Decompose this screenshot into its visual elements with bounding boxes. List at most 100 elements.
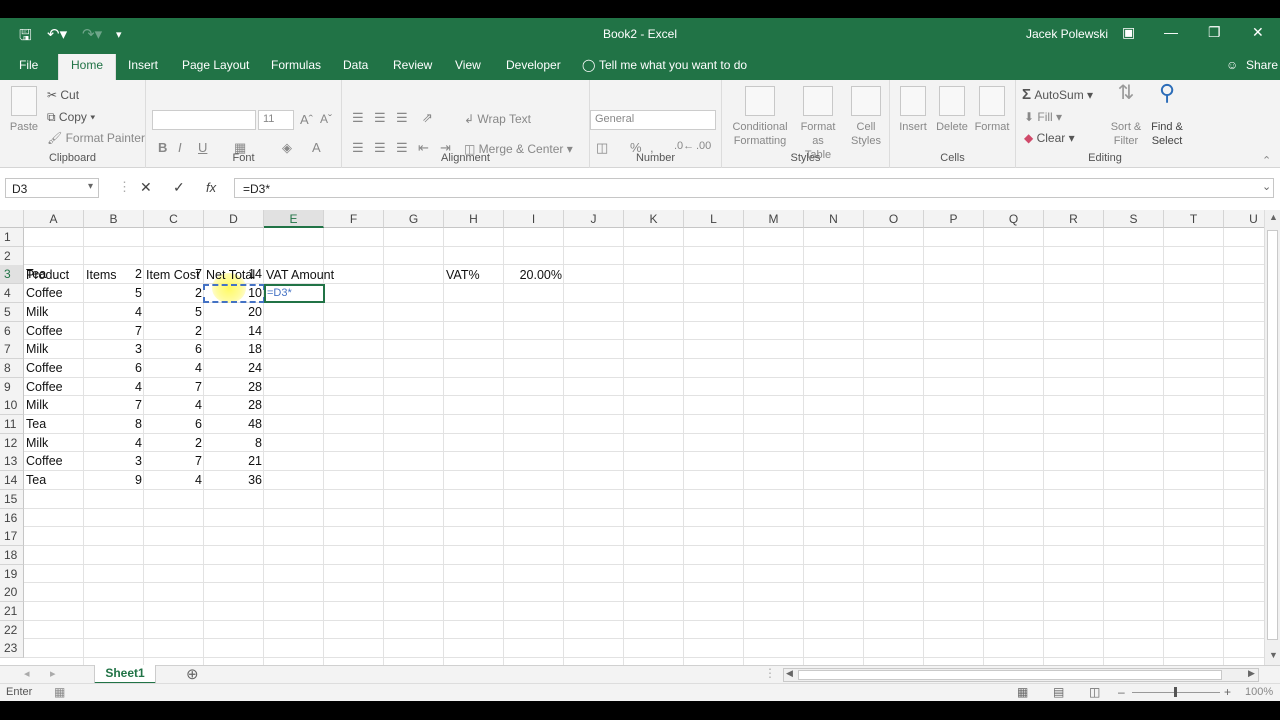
cell-b12[interactable]: 4 <box>84 434 144 452</box>
row-header-9[interactable]: 9 <box>0 377 24 397</box>
column-header-i[interactable]: I <box>504 210 564 228</box>
decrease-decimal-icon[interactable]: .00 <box>696 140 711 152</box>
insert-function-icon[interactable]: fx <box>206 180 216 195</box>
column-header-d[interactable]: D <box>204 210 264 228</box>
delete-cells-button[interactable]: Delete <box>932 86 972 134</box>
cell-c7[interactable]: 6 <box>144 340 204 358</box>
cell-b14[interactable]: 9 <box>84 471 144 489</box>
row-header-8[interactable]: 8 <box>0 358 24 378</box>
cell-d7[interactable]: 18 <box>204 340 264 358</box>
cell-e2[interactable]: VAT Amount <box>264 266 336 284</box>
cell-a3[interactable]: Tea <box>24 265 48 283</box>
wrap-text-button[interactable]: ↲ Wrap Text <box>464 112 531 126</box>
zoom-level[interactable]: 100% <box>1245 686 1273 698</box>
cell-c14[interactable]: 4 <box>144 471 204 489</box>
cell-b10[interactable]: 7 <box>84 396 144 414</box>
cell-a4[interactable]: Coffee <box>24 284 65 302</box>
row-header-17[interactable]: 17 <box>0 527 24 547</box>
column-header-t[interactable]: T <box>1164 210 1224 228</box>
row-header-21[interactable]: 21 <box>0 602 24 621</box>
column-header-g[interactable]: G <box>384 210 444 228</box>
cell-styles-button[interactable]: Cell Styles <box>846 86 886 148</box>
row-header-5[interactable]: 5 <box>0 302 24 322</box>
increase-decimal-icon[interactable]: .0← <box>674 140 694 152</box>
cell-d11[interactable]: 48 <box>204 415 264 433</box>
collapse-ribbon-icon[interactable]: ⌃ <box>1262 154 1271 167</box>
cell-a11[interactable]: Tea <box>24 415 48 433</box>
cell-d12[interactable]: 8 <box>204 434 264 452</box>
macro-record-icon[interactable]: ▦ <box>54 685 65 699</box>
grow-font-icon[interactable]: Aˆ <box>300 112 313 127</box>
confirm-entry-icon[interactable]: ✓ <box>173 179 185 196</box>
cell-c11[interactable]: 6 <box>144 415 204 433</box>
tab-data[interactable]: Data <box>343 58 368 72</box>
row-header-19[interactable]: 19 <box>0 564 24 584</box>
row-header-2[interactable]: 2 <box>0 246 24 266</box>
font-name-select[interactable] <box>152 110 256 130</box>
cell-c13[interactable]: 7 <box>144 452 204 470</box>
cell-a5[interactable]: Milk <box>24 303 50 321</box>
format-cells-button[interactable]: Format <box>972 86 1012 134</box>
cell-c4[interactable]: 2 <box>144 284 204 302</box>
column-header-q[interactable]: Q <box>984 210 1044 228</box>
vertical-scrollbar[interactable]: ▲ ▼ <box>1264 210 1280 665</box>
scroll-right-icon[interactable]: ▶ <box>1248 668 1255 679</box>
autosum-button[interactable]: Σ AutoSum ▾ <box>1022 86 1093 103</box>
orientation-icon[interactable]: ⇗ <box>422 110 433 126</box>
column-header-a[interactable]: A <box>24 210 84 228</box>
cell-a6[interactable]: Coffee <box>24 322 65 340</box>
cell-h2[interactable]: VAT% <box>444 266 482 284</box>
row-header-16[interactable]: 16 <box>0 508 24 528</box>
cell-d3[interactable]: 14 <box>204 265 264 283</box>
row-header-11[interactable]: 11 <box>0 415 24 434</box>
column-header-m[interactable]: M <box>744 210 804 228</box>
cell-d5[interactable]: 20 <box>204 303 264 321</box>
sheet-prev-icon[interactable]: ◂ <box>24 667 30 680</box>
cell-b3[interactable]: 2 <box>84 265 144 283</box>
cell-c9[interactable]: 7 <box>144 378 204 396</box>
new-sheet-icon[interactable]: ⊕ <box>186 665 199 683</box>
row-header-22[interactable]: 22 <box>0 620 24 640</box>
close-icon[interactable]: ✕ <box>1252 24 1264 41</box>
column-header-o[interactable]: O <box>864 210 924 228</box>
clear-button[interactable]: ◆ Clear ▾ <box>1024 131 1075 145</box>
tab-view[interactable]: View <box>455 58 481 72</box>
shrink-font-icon[interactable]: Aˇ <box>320 112 332 126</box>
tell-me-search[interactable]: Tell me what you want to do <box>599 58 747 72</box>
zoom-out-icon[interactable]: – <box>1118 685 1125 699</box>
ribbon-display-options-icon[interactable]: ▣ <box>1122 24 1135 41</box>
tab-file[interactable]: File <box>19 58 38 72</box>
cell-d9[interactable]: 28 <box>204 378 264 396</box>
cell-c6[interactable]: 2 <box>144 322 204 340</box>
column-header-c[interactable]: C <box>144 210 204 228</box>
row-header-14[interactable]: 14 <box>0 471 24 491</box>
cell-c5[interactable]: 5 <box>144 303 204 321</box>
cell-d8[interactable]: 24 <box>204 359 264 377</box>
tab-home[interactable]: Home <box>58 54 117 80</box>
vertical-scroll-thumb[interactable] <box>1267 230 1278 640</box>
row-header-6[interactable]: 6 <box>0 321 24 341</box>
top-align-icon[interactable]: ☰ <box>352 110 364 126</box>
cell-a8[interactable]: Coffee <box>24 359 65 377</box>
cell-a12[interactable]: Milk <box>24 434 50 452</box>
scroll-up-icon[interactable]: ▲ <box>1269 212 1278 222</box>
cell-b8[interactable]: 6 <box>84 359 144 377</box>
cell-e3-editing[interactable]: =D3* <box>265 284 294 302</box>
cell-b6[interactable]: 7 <box>84 322 144 340</box>
column-header-p[interactable]: P <box>924 210 984 228</box>
zoom-in-icon[interactable]: + <box>1224 685 1231 699</box>
cell-a14[interactable]: Tea <box>24 471 48 489</box>
formula-input[interactable]: =D3* <box>234 178 1274 198</box>
tab-formulas[interactable]: Formulas <box>271 58 321 72</box>
find-select-button[interactable]: ⚲ Find & Select <box>1146 82 1188 148</box>
column-header-r[interactable]: R <box>1044 210 1104 228</box>
normal-view-icon[interactable]: ▦ <box>1017 685 1028 699</box>
cell-c10[interactable]: 4 <box>144 396 204 414</box>
horizontal-scrollbar[interactable]: ◀ ▶ <box>783 668 1259 682</box>
scroll-left-icon[interactable]: ◀ <box>786 668 793 679</box>
column-header-j[interactable]: J <box>564 210 624 228</box>
row-header-18[interactable]: 18 <box>0 545 24 565</box>
cell-i2[interactable]: 20.00% <box>504 266 564 284</box>
expand-formula-bar-icon[interactable]: ⌄ <box>1262 180 1271 193</box>
row-header-3[interactable]: 3 <box>0 265 24 285</box>
